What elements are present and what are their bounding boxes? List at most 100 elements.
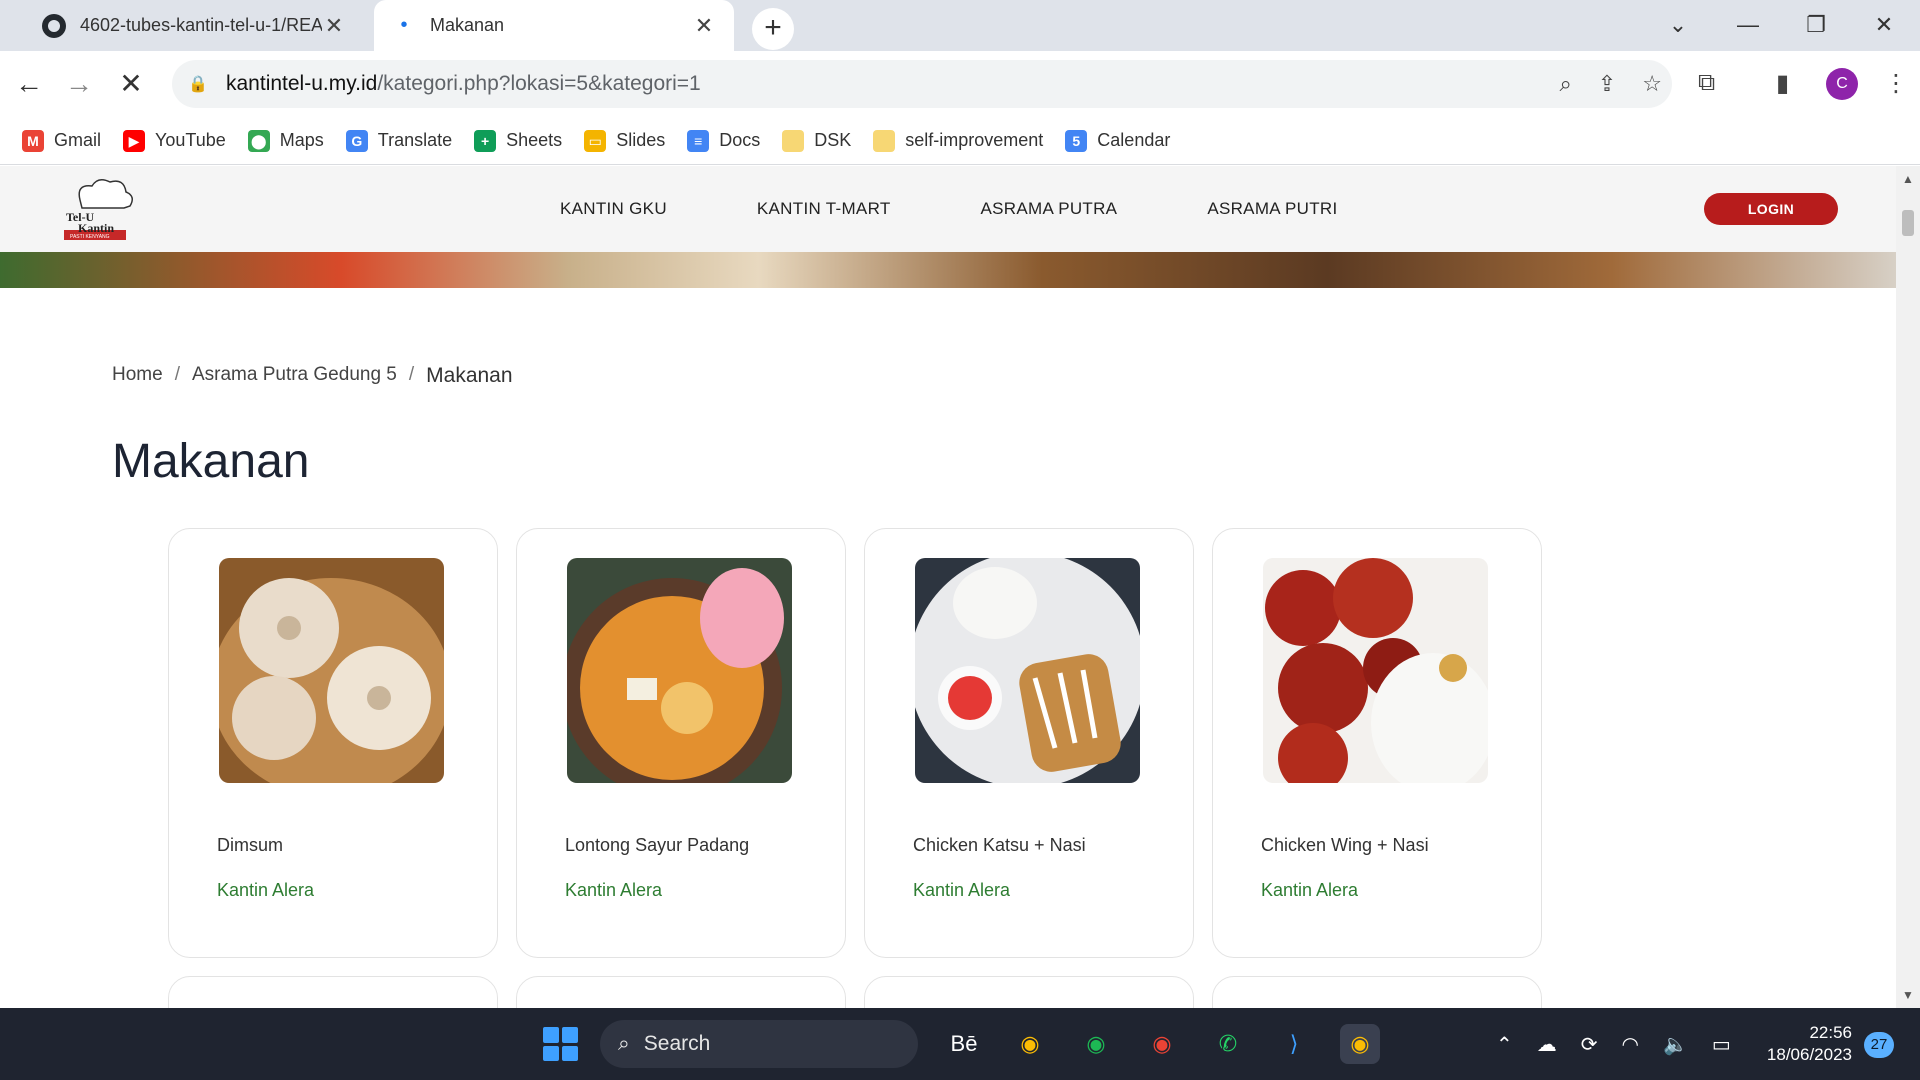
- product-canteen[interactable]: Kantin Alera: [565, 880, 662, 901]
- bookmark-sheets[interactable]: + Sheets: [474, 129, 563, 152]
- bookmark-label: YouTube: [155, 130, 226, 150]
- behance-icon[interactable]: Bē: [944, 1024, 984, 1064]
- bookmark-translate[interactable]: G Translate: [345, 129, 452, 152]
- restore-icon[interactable]: ❐: [1788, 6, 1844, 44]
- forward-icon[interactable]: →: [58, 63, 100, 105]
- product-name[interactable]: Chicken Wing + Nasi: [1261, 835, 1429, 856]
- menu-icon[interactable]: ⋮: [1884, 69, 1908, 98]
- taskbar-clock[interactable]: 22:56 18/06/2023: [1748, 1022, 1852, 1066]
- extensions-icon[interactable]: ⧉: [1698, 69, 1715, 97]
- dimsum-image: [219, 558, 444, 783]
- logo-line2: Kantin: [78, 221, 114, 235]
- minimize-icon[interactable]: —: [1720, 6, 1776, 44]
- nav-kantin-tmart[interactable]: KANTIN T-MART: [757, 199, 891, 219]
- bookmark-dsk[interactable]: DSK: [782, 129, 851, 152]
- battery-icon[interactable]: ▭: [1712, 1032, 1731, 1057]
- product-card-row2[interactable]: [1212, 976, 1542, 1008]
- product-card-row2[interactable]: [864, 976, 1194, 1008]
- breadcrumb-current: Makanan: [426, 364, 513, 387]
- product-card-dimsum[interactable]: Dimsum Kantin Alera: [168, 528, 498, 958]
- loading-icon: •: [400, 14, 408, 36]
- volume-icon[interactable]: 🔈: [1663, 1032, 1688, 1057]
- calendar-icon: 5: [1065, 129, 1088, 152]
- new-tab-button[interactable]: +: [752, 8, 794, 50]
- tab-close-icon[interactable]: ✕: [322, 13, 346, 39]
- product-card-row2[interactable]: [168, 976, 498, 1008]
- stop-loading-icon[interactable]: ✕: [110, 63, 152, 105]
- share-icon[interactable]: ⇪: [1598, 71, 1616, 97]
- bookmark-label: Calendar: [1097, 130, 1171, 150]
- profile-avatar[interactable]: C: [1826, 68, 1858, 100]
- bookmark-youtube[interactable]: ▶ YouTube: [123, 129, 226, 152]
- side-panel-icon[interactable]: ▮: [1776, 69, 1789, 98]
- breadcrumb-separator: /: [174, 364, 180, 385]
- close-window-icon[interactable]: ✕: [1856, 6, 1912, 44]
- bookmark-docs[interactable]: ≡ Docs: [687, 129, 760, 152]
- product-card-lontong[interactable]: Lontong Sayur Padang Kantin Alera: [516, 528, 846, 958]
- bookmark-self-improvement[interactable]: self-improvement: [873, 129, 1044, 152]
- breadcrumb-home[interactable]: Home: [112, 364, 163, 388]
- breadcrumb-location[interactable]: Asrama Putra Gedung 5: [192, 364, 397, 388]
- product-name[interactable]: Lontong Sayur Padang: [565, 835, 749, 856]
- page-viewport: Tel-U Kantin PASTI KENYANG KANTIN GKU KA…: [0, 166, 1896, 1008]
- nav-asrama-putra[interactable]: ASRAMA PUTRA: [981, 199, 1118, 219]
- breadcrumb: Home / Asrama Putra Gedung 5 / Makanan: [112, 364, 513, 388]
- product-canteen[interactable]: Kantin Alera: [1261, 880, 1358, 901]
- address-bar[interactable]: 🔒 kantintel-u.my.id /kategori.php?lokasi…: [172, 60, 1672, 108]
- product-canteen[interactable]: Kantin Alera: [913, 880, 1010, 901]
- windows-start-icon[interactable]: [540, 1024, 580, 1064]
- lock-icon[interactable]: 🔒: [188, 74, 212, 94]
- chrome-active-icon[interactable]: ◉: [1340, 1024, 1380, 1064]
- vscode-icon[interactable]: ⟩: [1274, 1024, 1314, 1064]
- login-button[interactable]: LOGIN: [1704, 193, 1838, 225]
- nav-kantin-gku[interactable]: KANTIN GKU: [560, 199, 667, 219]
- scrollbar-thumb[interactable]: [1902, 210, 1914, 236]
- page-title: Makanan: [112, 435, 310, 488]
- bookmark-gmail[interactable]: M Gmail: [22, 129, 101, 152]
- bookmark-label: Sheets: [506, 130, 563, 150]
- product-canteen[interactable]: Kantin Alera: [217, 880, 314, 901]
- logo-tagline: PASTI KENYANG: [70, 234, 110, 240]
- scroll-up-icon[interactable]: ▲: [1896, 172, 1920, 186]
- tab-search-icon[interactable]: ⌄: [1650, 6, 1706, 44]
- tab-github[interactable]: 4602-tubes-kantin-tel-u-1/REA ✕: [24, 0, 364, 51]
- tel-u-kantin-logo[interactable]: Tel-U Kantin PASTI KENYANG: [58, 174, 140, 246]
- sync-icon[interactable]: ⟳: [1581, 1032, 1598, 1057]
- bookmark-star-icon[interactable]: ☆: [1642, 71, 1662, 97]
- product-name[interactable]: Chicken Katsu + Nasi: [913, 835, 1086, 856]
- onedrive-icon[interactable]: ☁: [1537, 1032, 1557, 1057]
- sheets-icon: +: [474, 129, 497, 152]
- bookmark-label: self-improvement: [905, 130, 1044, 150]
- bookmark-calendar[interactable]: 5 Calendar: [1065, 129, 1171, 152]
- product-card-wing[interactable]: Chicken Wing + Nasi Kantin Alera: [1212, 528, 1542, 958]
- scroll-down-icon[interactable]: ▼: [1896, 988, 1920, 1002]
- whatsapp-icon[interactable]: ✆: [1208, 1024, 1248, 1064]
- system-tray: ⌃ ☁ ⟳ ◠ 🔈 ▭: [1496, 1008, 1731, 1080]
- tab-title: Makanan: [430, 15, 505, 35]
- tab-close-icon[interactable]: ✕: [692, 13, 716, 39]
- chrome-icon[interactable]: ◉: [1010, 1024, 1050, 1064]
- youtube-icon: ▶: [123, 129, 146, 152]
- back-icon[interactable]: ←: [8, 63, 50, 105]
- product-card-row2[interactable]: [516, 976, 846, 1008]
- gmail-icon: M: [22, 129, 44, 152]
- notification-badge[interactable]: 27: [1864, 1032, 1894, 1058]
- search-icon: ⌕: [618, 1032, 630, 1055]
- bookmark-maps[interactable]: ⬤ Maps: [247, 129, 324, 152]
- lontong-image: [567, 558, 792, 783]
- tab-title: 4602-tubes-kantin-tel-u-1/REA: [80, 15, 322, 35]
- zoom-icon[interactable]: ⌕: [1560, 71, 1572, 97]
- product-card-katsu[interactable]: Chicken Katsu + Nasi Kantin Alera: [864, 528, 1194, 958]
- page-scrollbar[interactable]: ▲ ▼: [1896, 166, 1920, 1008]
- product-name[interactable]: Dimsum: [217, 835, 283, 856]
- chevron-up-icon[interactable]: ⌃: [1496, 1032, 1513, 1057]
- spotify-icon[interactable]: ◉: [1076, 1024, 1116, 1064]
- chrome-profile-icon[interactable]: ◉: [1142, 1024, 1182, 1064]
- nav-asrama-putri[interactable]: ASRAMA PUTRI: [1207, 199, 1337, 219]
- bookmarks-bar: M Gmail ▶ YouTube ⬤ Maps G Translate + Sheets ▭ Sli…: [0, 117, 1920, 165]
- bookmark-slides[interactable]: ▭ Slides: [584, 129, 666, 152]
- taskbar-search[interactable]: ⌕ Search: [600, 1020, 918, 1068]
- bookmark-label: Slides: [616, 130, 666, 150]
- tab-makanan[interactable]: • Makanan ✕: [374, 0, 734, 51]
- wifi-icon[interactable]: ◠: [1622, 1032, 1639, 1057]
